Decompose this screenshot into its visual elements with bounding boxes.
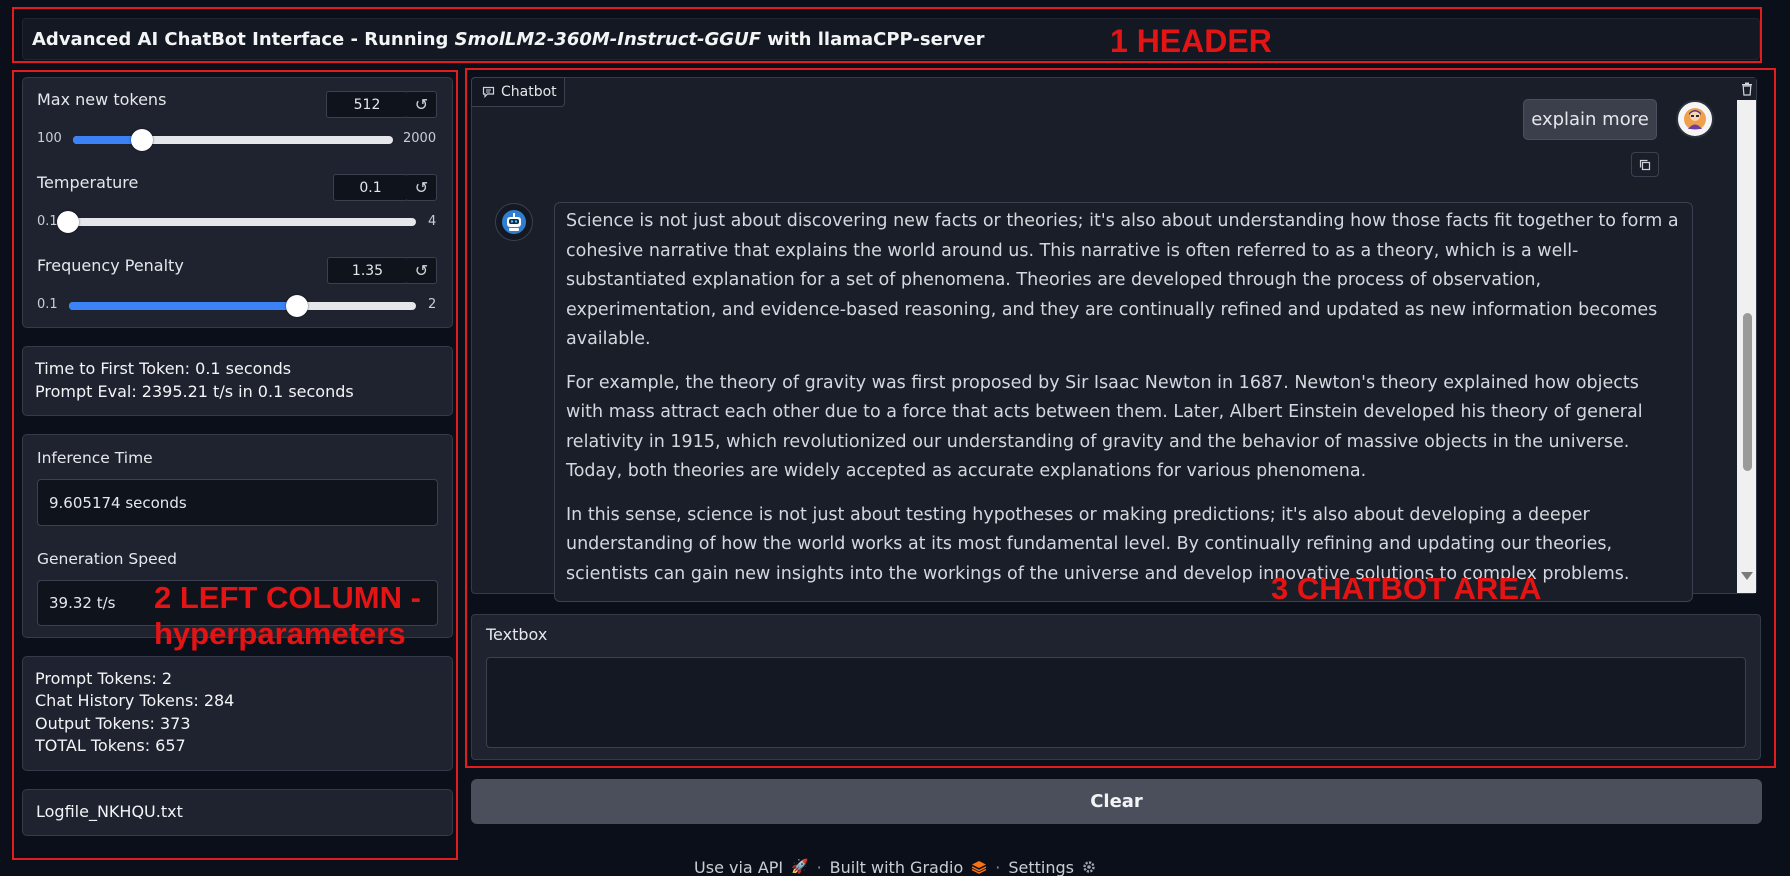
message-input[interactable]: [486, 657, 1746, 748]
logfile-name: Logfile_NKHQU.txt: [36, 802, 183, 822]
temperature-max: 4: [428, 214, 437, 229]
footer: Use via API 🚀 · Built with Gradio · Sett…: [0, 856, 1790, 876]
frequency-penalty-max: 2: [428, 297, 437, 312]
inference-time-value: 9.605174 seconds: [37, 479, 438, 526]
copy-button[interactable]: [1631, 152, 1659, 177]
clear-chat-button[interactable]: [1737, 78, 1756, 100]
max-tokens-max: 2000: [403, 131, 437, 146]
robot-icon: [502, 210, 526, 234]
frequency-penalty-min: 0.1: [37, 297, 58, 312]
temperature-min: 0.1: [37, 214, 58, 229]
bot-avatar: [495, 203, 533, 241]
title-suffix: with llamaCPP-server: [761, 28, 985, 50]
annotation-left-column-1: 2 LEFT COLUMN -: [154, 580, 421, 615]
max-tokens-input[interactable]: 512: [326, 91, 408, 118]
rocket-icon: 🚀: [791, 859, 809, 875]
max-tokens-label: Max new tokens: [37, 90, 167, 109]
temperature-slider-thumb[interactable]: [57, 211, 79, 233]
settings-link[interactable]: Settings: [1008, 858, 1074, 876]
gradio-logo-icon: [971, 861, 987, 874]
frequency-penalty-slider-fill: [69, 302, 298, 310]
generation-speed-label: Generation Speed: [37, 550, 177, 568]
annotation-chatbot-area: 3 CHATBOT AREA: [1271, 571, 1542, 606]
title-prefix: Advanced AI ChatBot Interface - Running: [32, 28, 455, 50]
chatbot-tab: Chatbot: [471, 77, 565, 107]
output-tokens: Output Tokens: 373: [35, 714, 191, 733]
time-to-first-token: Time to First Token: 0.1 seconds: [35, 359, 292, 378]
gear-icon: [1083, 861, 1095, 873]
max-tokens-reset-icon[interactable]: ↺: [407, 91, 437, 118]
chat-bubble-icon: [482, 86, 495, 98]
bot-message-paragraph: For example, the theory of gravity was f…: [566, 372, 1643, 482]
chatbot-tab-label: Chatbot: [501, 84, 557, 100]
title-model: SmolLM2-360M-Instruct-GGUF: [454, 28, 761, 50]
clear-button[interactable]: Clear: [471, 779, 1762, 824]
page-title: Advanced AI ChatBot Interface - Running …: [22, 18, 1760, 60]
user-message-bubble: explain more: [1523, 99, 1657, 140]
inference-time-label: Inference Time: [37, 449, 153, 467]
textbox-label: Textbox: [486, 625, 548, 644]
temperature-input[interactable]: 0.1: [333, 174, 408, 201]
trash-icon: [1741, 82, 1752, 96]
prompt-tokens: Prompt Tokens: 2: [35, 669, 172, 688]
use-via-api-link[interactable]: Use via API: [694, 858, 783, 876]
scroll-down-arrow-icon[interactable]: [1741, 572, 1753, 580]
bot-message-paragraph: Science is not just about discovering ne…: [566, 211, 1679, 349]
total-tokens: TOTAL Tokens: 657: [35, 736, 186, 755]
bot-message-bubble: Science is not just about discovering ne…: [554, 202, 1693, 602]
temperature-label: Temperature: [37, 173, 139, 192]
built-with-gradio-link[interactable]: Built with Gradio: [830, 858, 964, 876]
annotation-header: 1 HEADER: [1110, 23, 1272, 59]
frequency-penalty-label: Frequency Penalty: [37, 256, 184, 275]
temperature-slider-track[interactable]: [68, 218, 416, 226]
user-avatar: [1676, 100, 1714, 138]
frequency-penalty-slider-track[interactable]: [69, 302, 416, 310]
footer-separator: ·: [816, 857, 822, 876]
temperature-reset-icon[interactable]: ↺: [407, 174, 437, 201]
annotation-left-column-2: hyperparameters: [154, 616, 406, 651]
copy-icon: [1639, 159, 1651, 170]
chat-history-tokens: Chat History Tokens: 284: [35, 691, 235, 710]
prompt-eval: Prompt Eval: 2395.21 t/s in 0.1 seconds: [35, 382, 354, 401]
user-avatar-icon: [1684, 108, 1706, 130]
max-tokens-slider-track[interactable]: [73, 136, 393, 144]
frequency-penalty-reset-icon[interactable]: ↺: [407, 257, 437, 284]
frequency-penalty-input[interactable]: 1.35: [327, 257, 408, 284]
chat-scrollbar-thumb[interactable]: [1743, 313, 1752, 471]
max-tokens-min: 100: [37, 131, 62, 146]
logfile-panel[interactable]: Logfile_NKHQU.txt: [22, 789, 453, 836]
footer-separator: ·: [995, 857, 1001, 876]
